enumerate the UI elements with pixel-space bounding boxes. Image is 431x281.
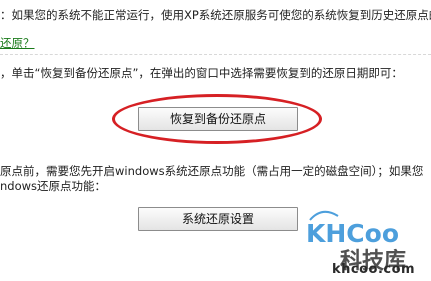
watermark-url: khcoo.com bbox=[332, 262, 416, 277]
restore-link[interactable]: 还原？ bbox=[0, 36, 35, 50]
watermark-logo-text: KHCoo bbox=[306, 219, 399, 248]
note-text-2: ndows还原点功能： bbox=[0, 179, 107, 193]
intro-text: ：如果您的系统不能正常运行，使用XP系统还原服务可使您的系统恢复到历史还原点的正 bbox=[0, 8, 431, 22]
restore-backup-button[interactable]: 恢复到备份还原点 bbox=[138, 107, 298, 131]
divider bbox=[0, 54, 431, 55]
instruction-text: ，单击“恢复到备份还原点”，在弹出的窗口中选择需要恢复到的还原日期即可： bbox=[0, 66, 403, 80]
restore-settings-button[interactable]: 系统还原设置 bbox=[138, 207, 298, 231]
note-text: 原点前，需要您先开启windows系统还原点功能（需占用一定的磁盘空间）；如果您 bbox=[0, 164, 424, 178]
